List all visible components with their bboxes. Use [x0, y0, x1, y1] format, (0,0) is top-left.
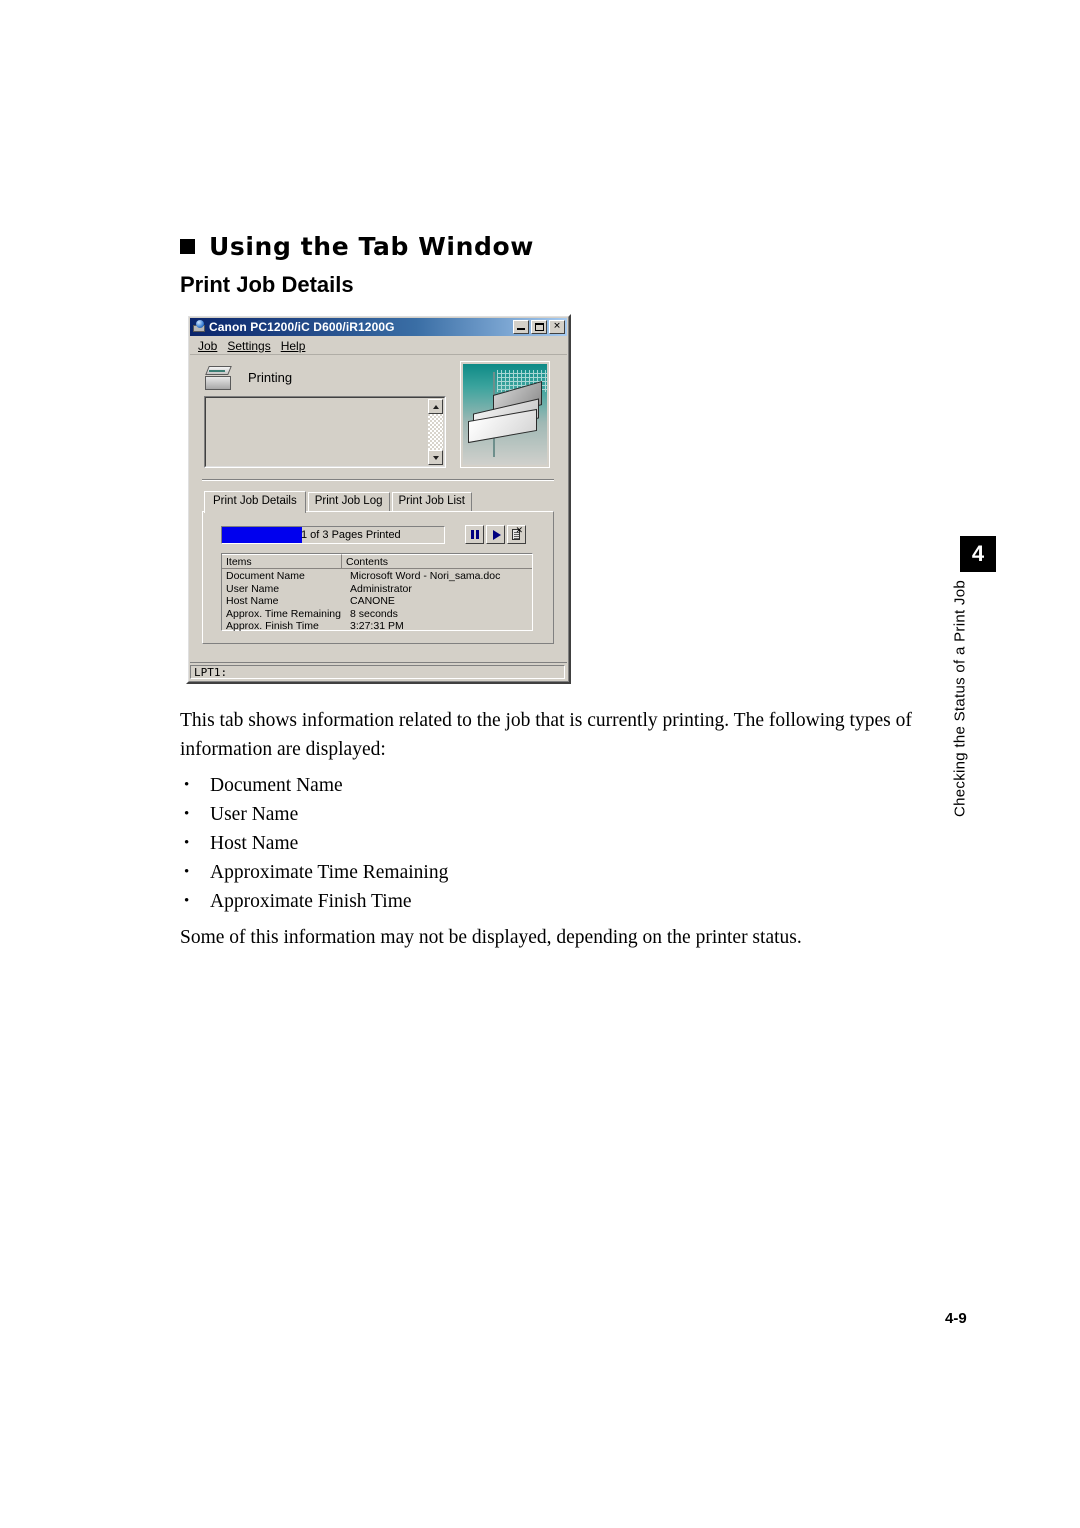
list-item: Approximate Finish Time — [180, 887, 940, 916]
table-row[interactable]: Host Name CANONE — [222, 595, 532, 608]
section-heading-text: Using the Tab Window — [209, 232, 534, 261]
row-item-label: Host Name — [226, 595, 279, 608]
tab-strip: Print Job Details Print Job Log Print Jo… — [204, 491, 472, 513]
row-item-label: Approx. Finish Time — [226, 620, 319, 633]
list-item: User Name — [180, 800, 940, 829]
printer-status-row: Printing — [204, 364, 292, 390]
window-statusbar: LPT1: — [190, 662, 567, 680]
message-textbox[interactable] — [204, 396, 446, 468]
minimize-button[interactable] — [513, 320, 529, 334]
column-header-items[interactable]: Items — [222, 554, 342, 568]
tab-print-job-log[interactable]: Print Job Log — [307, 492, 390, 511]
app-icon — [192, 320, 206, 334]
printer-icon — [204, 364, 234, 390]
closing-paragraph: Some of this information may not be disp… — [180, 927, 802, 948]
row-item-value: 3:27:31 PM — [350, 620, 404, 633]
row-item-label: Document Name — [226, 570, 305, 583]
info-bullet-list: Document Name User Name Host Name Approx… — [180, 771, 940, 916]
close-button[interactable]: ✕ — [549, 320, 565, 334]
scrollbar-track[interactable] — [428, 414, 443, 450]
list-item: Approximate Time Remaining — [180, 858, 940, 887]
list-header-row: Items Contents — [222, 554, 532, 569]
subsection-heading: Print Job Details — [180, 272, 354, 297]
progress-fill — [222, 526, 302, 543]
menu-bar: Job Settings Help — [190, 337, 567, 355]
document-page: Using the Tab Window Print Job Details C… — [0, 0, 1080, 1528]
section-divider — [202, 479, 554, 481]
job-control-buttons: ✕ — [465, 525, 526, 544]
job-details-list[interactable]: Items Contents Document Name Microsoft W… — [221, 553, 533, 633]
printer-animation-panel — [460, 361, 550, 468]
column-header-contents[interactable]: Contents — [342, 554, 532, 568]
window-controls: ✕ — [513, 320, 565, 334]
chapter-label-rotated: Checking the Status of a Print Job — [948, 580, 972, 817]
square-bullet-icon — [180, 239, 195, 254]
scroll-down-button[interactable] — [428, 450, 443, 465]
menu-item-help[interactable]: Help — [279, 338, 314, 354]
printer-status-text: Printing — [248, 369, 293, 385]
row-item-value: Administrator — [350, 582, 412, 595]
chapter-label-text: Checking the Status of a Print Job — [951, 580, 969, 817]
list-item: Host Name — [180, 829, 940, 858]
chevron-down-icon — [432, 455, 439, 460]
printer-status-window: Canon PC1200/iC D600/iR1200G ✕ Job Setti… — [186, 314, 571, 684]
section-heading: Using the Tab Window — [180, 232, 534, 261]
tab-print-job-list[interactable]: Print Job List — [391, 492, 472, 511]
row-item-value: Microsoft Word - Nori_sama.doc — [350, 570, 501, 583]
chapter-number-badge: 4 — [960, 536, 996, 572]
table-row[interactable]: Approx. Finish Time 3:27:31 PM — [222, 620, 532, 633]
table-row[interactable]: Approx. Time Remaining 8 seconds — [222, 608, 532, 621]
close-icon: ✕ — [553, 321, 561, 332]
tab-panel: 1 of 3 Pages Printed ✕ Items Contents Do… — [202, 511, 554, 644]
maximize-button[interactable] — [531, 320, 547, 334]
row-item-value: 8 seconds — [350, 607, 398, 620]
page-number: 4-9 — [945, 1310, 967, 1327]
print-progress-bar: 1 of 3 Pages Printed — [221, 525, 445, 544]
menu-item-settings[interactable]: Settings — [225, 338, 278, 354]
play-icon — [493, 530, 501, 540]
row-item-value: CANONE — [350, 595, 395, 608]
menu-item-job[interactable]: Job — [196, 338, 225, 354]
intro-paragraph: This tab shows information related to th… — [180, 710, 912, 760]
statusbar-port: LPT1: — [190, 665, 565, 679]
window-title: Canon PC1200/iC D600/iR1200G — [209, 320, 395, 334]
chevron-up-icon — [432, 404, 439, 409]
row-item-label: Approx. Time Remaining — [226, 607, 341, 620]
pause-icon — [471, 530, 474, 539]
list-body: Document Name Microsoft Word - Nori_sama… — [222, 569, 532, 633]
delete-job-button[interactable]: ✕ — [507, 525, 526, 544]
message-scrollbar[interactable] — [428, 399, 443, 465]
scroll-up-button[interactable] — [428, 399, 443, 414]
table-row[interactable]: User Name Administrator — [222, 583, 532, 596]
pause-job-button[interactable] — [465, 525, 484, 544]
table-row[interactable]: Document Name Microsoft Word - Nori_sama… — [222, 570, 532, 583]
window-titlebar[interactable]: Canon PC1200/iC D600/iR1200G ✕ — [190, 318, 567, 336]
body-text-block: This tab shows information related to th… — [180, 706, 940, 952]
progress-row: 1 of 3 Pages Printed ✕ — [221, 525, 539, 544]
message-textbox-inner — [205, 397, 445, 467]
row-item-label: User Name — [226, 582, 280, 595]
tab-print-job-details[interactable]: Print Job Details — [204, 491, 306, 513]
progress-label: 1 of 3 Pages Printed — [301, 528, 401, 541]
list-item: Document Name — [180, 771, 940, 800]
printer-animation-image — [463, 364, 547, 465]
resume-job-button[interactable] — [486, 525, 505, 544]
